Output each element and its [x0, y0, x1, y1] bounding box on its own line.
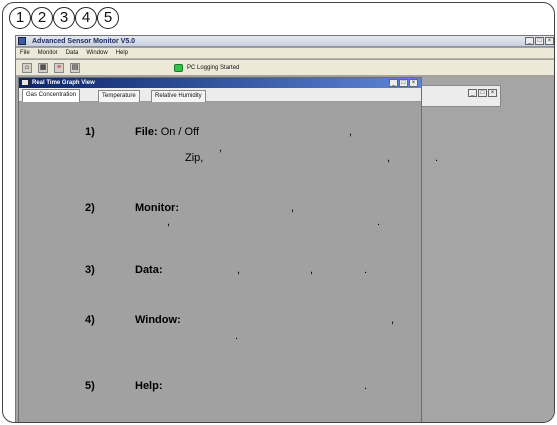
item-5-number: 5) — [85, 380, 95, 392]
graph-window: Real Time Graph View _ □ × Gas Concentra… — [18, 77, 438, 422]
item-1-comma-a: , — [349, 126, 353, 138]
status-indicator-icon — [174, 64, 183, 72]
grid-icon[interactable]: ▦ — [38, 63, 48, 73]
tab-strip: Gas Concentration Temperature Relative H… — [19, 88, 421, 102]
callout-5: 5 — [97, 7, 119, 29]
item-3-comma-a: , — [237, 264, 241, 276]
menu-window[interactable]: Window — [86, 48, 107, 58]
graph-window-controls: _ □ × — [389, 79, 418, 87]
item-3-comma-b: , — [310, 264, 314, 276]
item-1-number: 1) — [85, 126, 95, 138]
item-5-label: Help: — [135, 380, 163, 392]
home-icon[interactable]: ⌂ — [22, 63, 32, 73]
app-title: Advanced Sensor Monitor V5.0 — [32, 38, 136, 45]
callout-2: 2 — [31, 7, 53, 29]
graph-window-icon — [21, 79, 29, 86]
item-1-period: . — [435, 152, 439, 164]
screenshot-frame: 1 2 3 4 5 Advanced Sensor Monitor V5.0 _… — [2, 2, 555, 423]
item-3-number: 3) — [85, 264, 95, 276]
minimize-button[interactable]: _ — [525, 37, 534, 45]
item-3-period: . — [364, 264, 368, 276]
toolbar: ⌂ ▦ ≡ ▤ PC Logging Started — [16, 60, 554, 76]
bg-minimize-button[interactable]: _ — [468, 89, 477, 97]
item-4-period: . — [235, 330, 239, 342]
item-4-number: 4) — [85, 314, 95, 326]
app-window-controls: _ □ × — [525, 37, 554, 45]
background-child-window[interactable]: _ □ × — [416, 85, 501, 107]
item-3-label: Data: — [135, 264, 163, 276]
item-1-label: File: — [135, 126, 158, 138]
mdi-area: _ □ × Real Time Graph View _ □ × Gas Con… — [16, 77, 554, 422]
item-1-heading: File: On / Off — [135, 126, 199, 138]
close-button[interactable]: × — [545, 37, 554, 45]
status-text: PC Logging Started — [187, 65, 240, 71]
bg-window-controls: _ □ × — [468, 89, 497, 97]
app-icon — [18, 37, 26, 45]
menu-file[interactable]: File — [20, 48, 30, 58]
tab-temperature[interactable]: Temperature — [98, 90, 140, 102]
list-icon[interactable]: ▤ — [70, 63, 80, 73]
callout-3: 3 — [53, 7, 75, 29]
bg-maximize-button[interactable]: □ — [478, 89, 487, 97]
bg-close-button[interactable]: × — [488, 89, 497, 97]
tab-relative-humidity[interactable]: Relative Humidity — [151, 90, 206, 102]
callout-4: 4 — [75, 7, 97, 29]
menu-monitor[interactable]: Monitor — [38, 48, 58, 58]
help-overlay: 1) File: On / Off , , Zip, , . 2) Monito… — [19, 102, 438, 422]
item-1-zip: Zip, — [185, 152, 204, 164]
callout-1: 1 — [9, 7, 31, 29]
menu-bar: File Monitor Data Window Help — [16, 48, 554, 59]
red-plug-icon[interactable]: ≡ — [54, 63, 64, 73]
item-5-period: . — [364, 380, 368, 392]
item-2-comma-a: , — [291, 202, 295, 214]
item-2-period: . — [377, 216, 381, 228]
graph-minimize-button[interactable]: _ — [389, 79, 398, 87]
maximize-button[interactable]: □ — [535, 37, 544, 45]
item-2-label: Monitor: — [135, 202, 179, 214]
graph-window-title: Real Time Graph View — [32, 80, 95, 86]
item-4-comma-a: , — [391, 314, 395, 326]
item-2-comma-b: , — [167, 216, 171, 228]
graph-maximize-button[interactable]: □ — [399, 79, 408, 87]
item-4-label: Window: — [135, 314, 181, 326]
graph-window-title-bar[interactable]: Real Time Graph View _ □ × — [19, 78, 421, 88]
app-title-bar[interactable]: Advanced Sensor Monitor V5.0 _ □ × — [16, 36, 554, 47]
item-1-comma-b: , — [219, 142, 223, 154]
graph-close-button[interactable]: × — [409, 79, 418, 87]
menu-help[interactable]: Help — [116, 48, 128, 58]
item-1-text: On / Off — [160, 126, 199, 138]
tab-gas-concentration[interactable]: Gas Concentration — [22, 89, 81, 102]
item-1-comma-c: , — [387, 152, 391, 164]
menu-data[interactable]: Data — [66, 48, 79, 58]
item-2-number: 2) — [85, 202, 95, 214]
app-window: Advanced Sensor Monitor V5.0 _ □ × File … — [15, 35, 554, 422]
